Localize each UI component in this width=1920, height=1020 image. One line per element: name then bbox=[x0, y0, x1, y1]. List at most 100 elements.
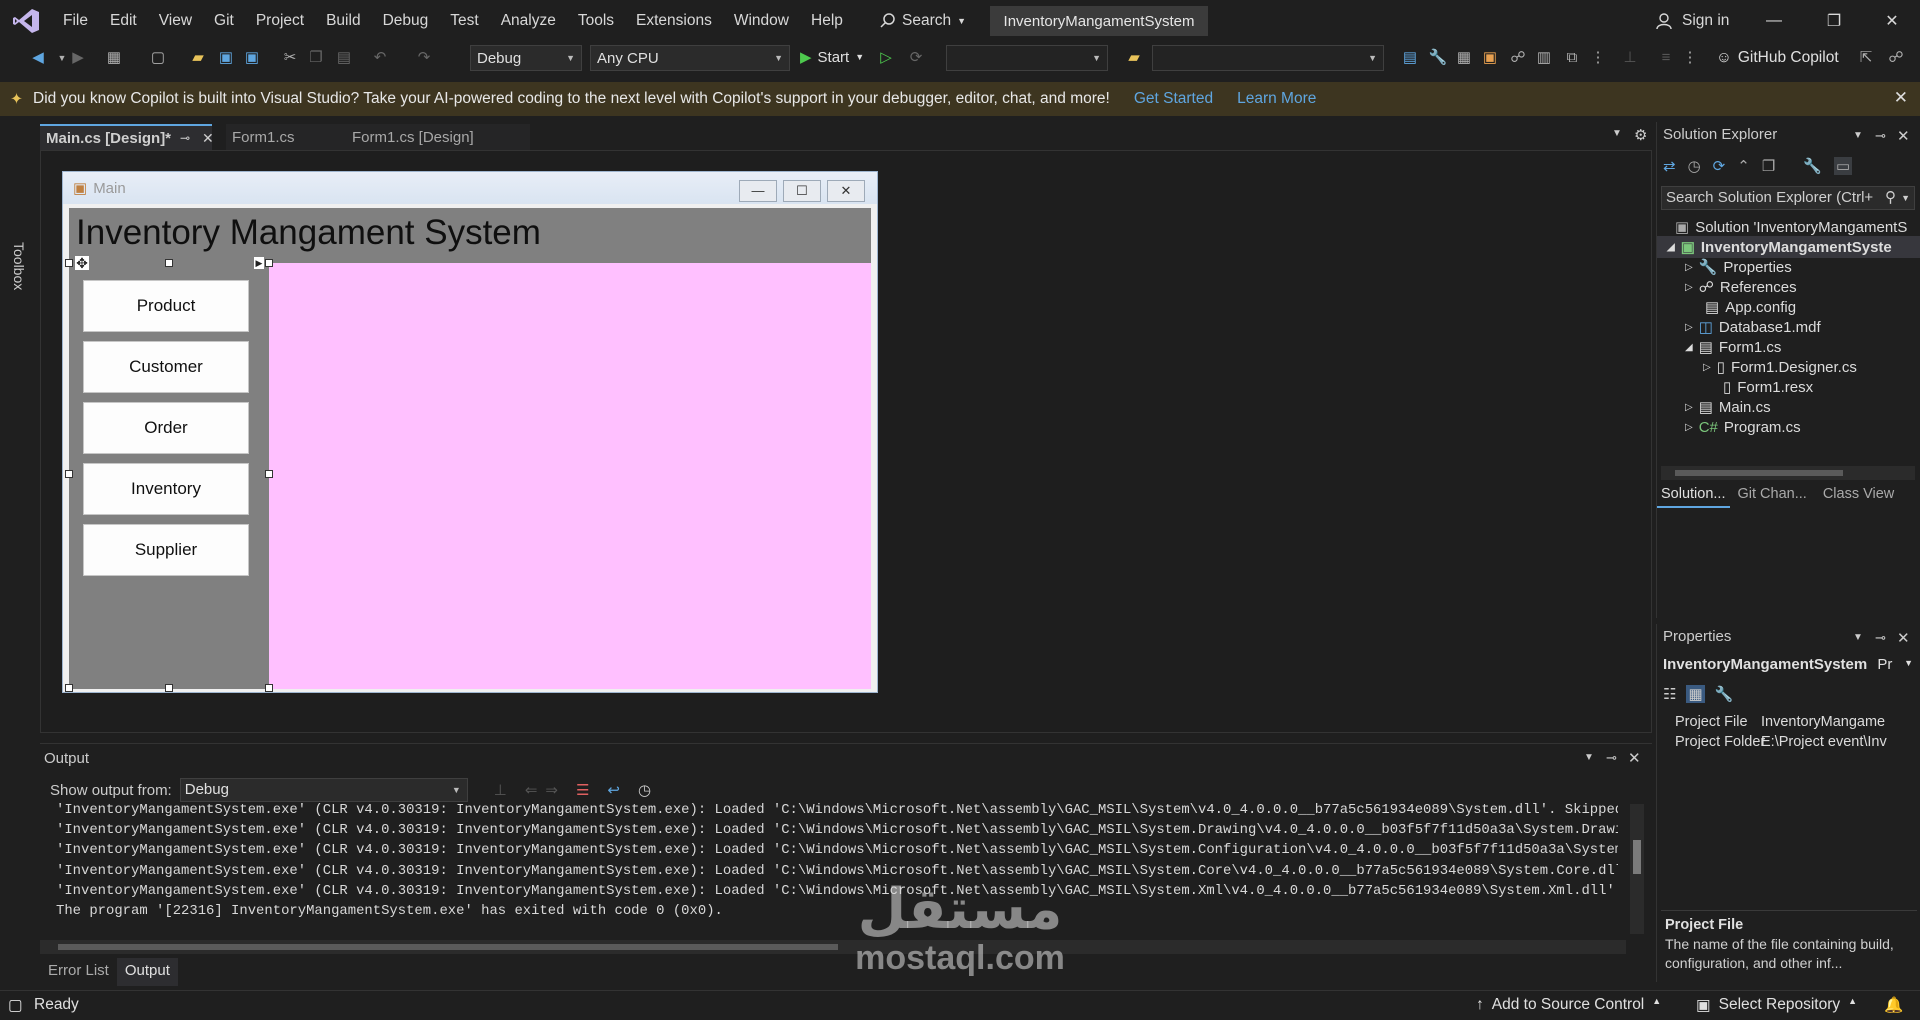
menu-project[interactable]: Project bbox=[245, 12, 315, 30]
global-search[interactable]: Search ▼ bbox=[880, 8, 976, 34]
start-debugging-button[interactable]: ▶ Start ▼ bbox=[800, 48, 864, 67]
property-row[interactable]: Project File InventoryMangame bbox=[1661, 714, 1917, 734]
resize-handle[interactable] bbox=[165, 684, 173, 692]
pin-icon[interactable]: ⊸ bbox=[1875, 630, 1886, 646]
tab-git-changes[interactable]: Git Chan... bbox=[1730, 486, 1815, 508]
hot-reload-icon[interactable]: ⟳ bbox=[906, 48, 926, 68]
property-row[interactable]: Project Folder E:\Project event\Inv bbox=[1661, 734, 1917, 754]
redo-icon[interactable]: ↷ bbox=[414, 48, 434, 68]
smart-tag-icon[interactable]: ▶ bbox=[254, 257, 264, 269]
tab-error-list[interactable]: Error List bbox=[40, 958, 117, 986]
winform-main[interactable]: ▣ Main — ☐ ✕ Inventory Mangament System … bbox=[62, 171, 878, 693]
close-icon[interactable]: ✕ bbox=[202, 130, 214, 147]
app-heading[interactable]: Inventory Mangament System bbox=[76, 208, 541, 258]
format-icon[interactable]: ▤ bbox=[1400, 48, 1420, 68]
wrench-icon[interactable]: 🔧 bbox=[1803, 157, 1822, 175]
menu-debug[interactable]: Debug bbox=[372, 12, 440, 30]
next-message-icon[interactable]: ⇒ bbox=[545, 781, 558, 799]
order-button[interactable]: Order bbox=[83, 402, 249, 454]
tree-item-solution[interactable]: ▣ Solution 'InventoryMangamentS bbox=[1675, 216, 1907, 238]
sign-in-button[interactable]: Sign in bbox=[1656, 6, 1729, 36]
get-started-link[interactable]: Get Started bbox=[1134, 90, 1213, 108]
tree-item-form1-designer[interactable]: ▷ ▯ Form1.Designer.cs bbox=[1703, 356, 1857, 378]
tree-item-main[interactable]: ▷ ▤ Main.cs bbox=[1685, 396, 1771, 418]
tree-item-properties[interactable]: ▷ 🔧 Properties bbox=[1685, 256, 1792, 278]
find-message-icon[interactable]: ⊥ bbox=[494, 781, 507, 799]
tab-solution[interactable]: Solution... bbox=[1657, 486, 1730, 508]
layout-icon[interactable]: ▦ bbox=[1454, 48, 1474, 68]
sync-icon[interactable]: ⇄ bbox=[1663, 157, 1676, 175]
solution-configuration-select[interactable]: Debug ▼ bbox=[470, 45, 582, 71]
menu-extensions[interactable]: Extensions bbox=[625, 12, 723, 30]
order-icon[interactable]: ≡ bbox=[1656, 48, 1676, 68]
resize-handle[interactable] bbox=[65, 259, 73, 267]
output-source-select[interactable]: Debug ▼ bbox=[179, 778, 468, 802]
property-pages-icon[interactable]: 🔧 bbox=[1715, 685, 1734, 703]
start-without-debugging-icon[interactable]: ▷ bbox=[876, 48, 896, 68]
show-all-files-icon[interactable]: ❐ bbox=[1762, 157, 1775, 175]
menu-file[interactable]: File bbox=[52, 12, 99, 30]
tree-item-references[interactable]: ▷ ☍ References bbox=[1685, 276, 1797, 298]
content-panel[interactable] bbox=[269, 263, 871, 689]
properties-object-select[interactable]: InventoryMangamentSystem Pr ▼ bbox=[1663, 656, 1915, 678]
tree-item-form1[interactable]: ◢ ▤ Form1.cs bbox=[1685, 336, 1781, 358]
menu-edit[interactable]: Edit bbox=[99, 12, 148, 30]
navigate-back-icon[interactable]: ◀ bbox=[28, 48, 48, 68]
toolbar-overflow-icon[interactable]: ⋮ bbox=[1680, 48, 1700, 68]
close-icon[interactable]: ✕ bbox=[1897, 629, 1910, 647]
minimize-button[interactable]: — bbox=[1746, 0, 1802, 42]
categorized-icon[interactable]: ☷ bbox=[1663, 685, 1676, 703]
inventory-button[interactable]: Inventory bbox=[83, 463, 249, 515]
menu-analyze[interactable]: Analyze bbox=[490, 12, 567, 30]
copy-icon[interactable]: ❐ bbox=[306, 48, 326, 68]
tab-order-icon[interactable]: ▥ bbox=[1534, 48, 1554, 68]
feedback-icon[interactable]: ☍ bbox=[1886, 48, 1906, 68]
horizontal-scrollbar[interactable] bbox=[1661, 466, 1915, 480]
share-icon[interactable]: ⇱ bbox=[1856, 48, 1876, 68]
learn-more-link[interactable]: Learn More bbox=[1237, 90, 1316, 108]
clock-icon[interactable]: ◷ bbox=[638, 781, 651, 799]
chevron-down-icon[interactable]: ▼ bbox=[1853, 632, 1863, 643]
menu-tools[interactable]: Tools bbox=[567, 12, 625, 30]
github-copilot-button[interactable]: ☺ GitHub Copilot bbox=[1716, 46, 1839, 70]
wrench-icon[interactable]: 🔧 bbox=[1428, 48, 1448, 68]
resize-handle[interactable] bbox=[165, 259, 173, 267]
tab-output[interactable]: Output bbox=[116, 958, 178, 986]
resize-handle[interactable] bbox=[65, 470, 73, 478]
tab-form1-design[interactable]: Form1.cs [Design] bbox=[346, 124, 530, 150]
preview-icon[interactable]: ▭ bbox=[1833, 157, 1853, 175]
menu-help[interactable]: Help bbox=[800, 12, 854, 30]
tree-item-app-config[interactable]: ▤ App.config bbox=[1705, 296, 1796, 318]
clear-all-icon[interactable]: ☰ bbox=[576, 781, 589, 799]
history-icon[interactable]: ◷ bbox=[1688, 157, 1701, 175]
browse-folder-icon[interactable]: ▰ bbox=[1124, 48, 1144, 68]
refresh-icon[interactable]: ⟳ bbox=[1713, 157, 1726, 175]
pin-icon[interactable]: ⊸ bbox=[1875, 128, 1886, 144]
menu-test[interactable]: Test bbox=[439, 12, 489, 30]
paste-icon[interactable]: ▤ bbox=[334, 48, 354, 68]
tree-item-project[interactable]: ◢ ▣ InventoryMangamentSyste bbox=[1657, 236, 1920, 258]
toolbox-icon[interactable]: ▣ bbox=[1480, 48, 1500, 68]
resize-handle[interactable] bbox=[265, 259, 273, 267]
product-button[interactable]: Product bbox=[83, 280, 249, 332]
tab-main-design[interactable]: Main.cs [Design]* ⊸ ✕ bbox=[40, 124, 214, 150]
resize-handle[interactable] bbox=[265, 470, 273, 478]
startup-item-select[interactable]: ▼ bbox=[1152, 45, 1384, 71]
add-item-icon[interactable]: ▢ bbox=[148, 48, 168, 68]
vertical-scrollbar[interactable] bbox=[1630, 804, 1644, 934]
scrollbar-thumb[interactable] bbox=[58, 944, 838, 950]
notifications-icon[interactable]: 🔔 bbox=[1884, 996, 1903, 1015]
vertical-spacing-icon[interactable]: ⋮ bbox=[1588, 48, 1608, 68]
customer-button[interactable]: Customer bbox=[83, 341, 249, 393]
close-window-button[interactable]: ✕ bbox=[1864, 0, 1920, 42]
move-handle-icon[interactable]: ✥ bbox=[75, 256, 89, 270]
scrollbar-thumb[interactable] bbox=[1675, 470, 1843, 476]
chevron-down-icon[interactable]: ▼ bbox=[1853, 130, 1863, 141]
save-icon[interactable]: ▣ bbox=[216, 48, 236, 68]
cut-icon[interactable]: ✂ bbox=[280, 48, 300, 68]
navigate-forward-icon[interactable]: ▶ bbox=[68, 48, 88, 68]
debug-target-select[interactable]: ▼ bbox=[946, 45, 1108, 71]
word-wrap-icon[interactable]: ↩ bbox=[607, 781, 620, 799]
undo-icon[interactable]: ↶ bbox=[370, 48, 390, 68]
resize-handle[interactable] bbox=[265, 684, 273, 692]
